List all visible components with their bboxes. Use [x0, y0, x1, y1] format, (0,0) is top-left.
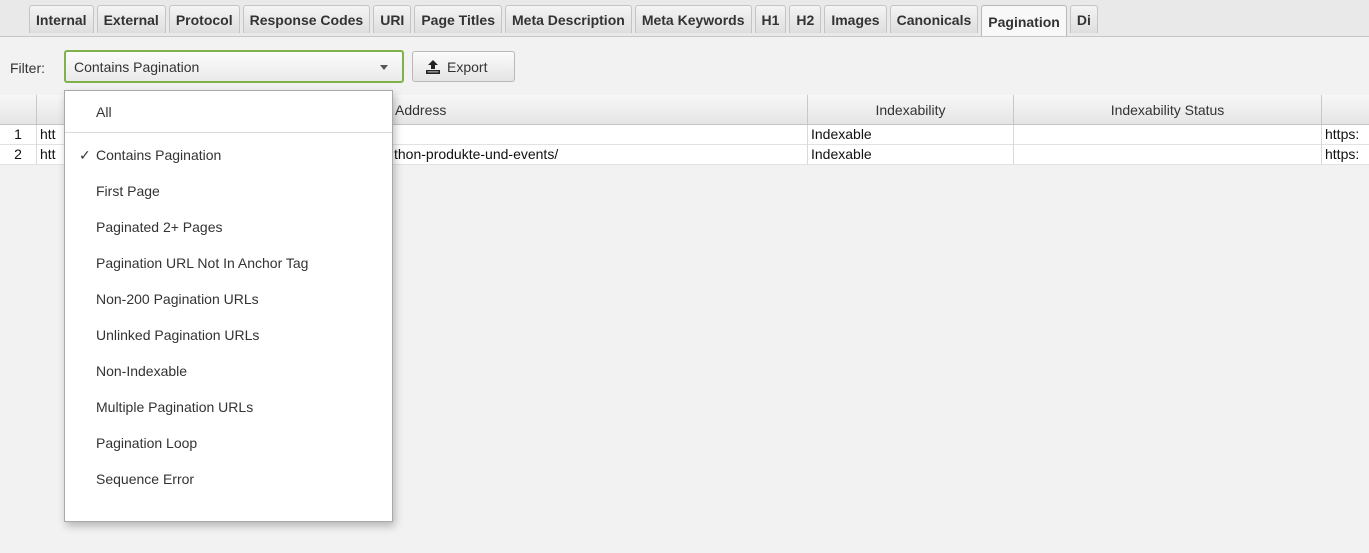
menu-item-paginated-2-pages[interactable]: Paginated 2+ Pages	[65, 210, 392, 244]
tab-page-titles[interactable]: Page Titles	[414, 5, 502, 33]
row-number: 2	[0, 145, 37, 165]
menu-item-label: Multiple Pagination URLs	[96, 399, 254, 415]
next-column-cell: https:	[1325, 146, 1360, 162]
menu-item-label: Unlinked Pagination URLs	[96, 327, 260, 343]
menu-item-label: Non-200 Pagination URLs	[96, 291, 259, 307]
filter-selected-value: Contains Pagination	[74, 59, 200, 75]
indexability-status-cell	[1014, 125, 1322, 145]
tab-uri[interactable]: URI	[373, 5, 412, 33]
menu-item-label: Contains Pagination	[96, 147, 222, 163]
indexability-cell: Indexable	[808, 145, 1014, 165]
tab-h1[interactable]: H1	[754, 5, 787, 33]
menu-item-label: Sequence Error	[96, 471, 195, 487]
tab-h2[interactable]: H2	[789, 5, 822, 33]
indexability-cell: Indexable	[808, 125, 1014, 145]
address-cell-continued	[392, 125, 808, 145]
menu-item-label: First Page	[96, 183, 160, 199]
menu-item-pagination-loop[interactable]: Pagination Loop	[65, 426, 392, 460]
menu-item-all[interactable]: All	[65, 95, 392, 129]
tab-external[interactable]: External	[96, 5, 166, 33]
menu-item-contains-pagination[interactable]: ✓ Contains Pagination	[65, 138, 392, 172]
menu-item-multiple-pagination-urls[interactable]: Multiple Pagination URLs	[65, 390, 392, 424]
export-label: Export	[447, 58, 488, 75]
export-icon	[426, 59, 440, 74]
menu-item-label: All	[96, 104, 112, 120]
menu-item-label: Non-Indexable	[96, 363, 188, 379]
row-number: 1	[0, 125, 37, 145]
tab-canonicals[interactable]: Canonicals	[889, 5, 979, 33]
menu-item-non-200-pagination-urls[interactable]: Non-200 Pagination URLs	[65, 282, 392, 316]
checkmark-icon: ✓	[79, 147, 91, 163]
header-next[interactable]	[1322, 95, 1369, 125]
menu-item-label: Pagination Loop	[96, 435, 198, 451]
export-button[interactable]: Export	[412, 51, 515, 82]
menu-item-first-page[interactable]: First Page	[65, 174, 392, 208]
tab-meta-keywords[interactable]: Meta Keywords	[634, 5, 752, 33]
address-cell-continued: thon-produkte-und-events/	[392, 145, 808, 165]
menu-item-unlinked-pagination-urls[interactable]: Unlinked Pagination URLs	[65, 318, 392, 352]
menu-item-sequence-error[interactable]: Sequence Error	[65, 462, 392, 496]
tab-bar: Internal External Protocol Response Code…	[0, 0, 1369, 37]
chevron-down-icon	[380, 65, 388, 70]
header-indexability-status[interactable]: Indexability Status	[1014, 95, 1322, 125]
tab-directives[interactable]: Di	[1069, 5, 1098, 33]
indexability-status-cell	[1014, 145, 1322, 165]
filter-label: Filter:	[10, 60, 45, 76]
tab-pagination[interactable]: Pagination	[981, 5, 1067, 36]
filter-toolbar: Filter: Contains Pagination Export	[0, 37, 1369, 94]
tab-response-codes[interactable]: Response Codes	[242, 5, 371, 33]
header-indexability[interactable]: Indexability	[808, 95, 1014, 125]
menu-item-non-indexable[interactable]: Non-Indexable	[65, 354, 392, 388]
tab-internal[interactable]: Internal	[29, 5, 94, 33]
menu-item-pagination-url-not-in-anchor-tag[interactable]: Pagination URL Not In Anchor Tag	[65, 246, 392, 280]
tab-images[interactable]: Images	[824, 5, 887, 33]
menu-item-label: Pagination URL Not In Anchor Tag	[96, 255, 309, 271]
next-column-cell: https:	[1325, 126, 1360, 142]
filter-dropdown[interactable]: Contains Pagination	[64, 50, 404, 83]
tab-protocol[interactable]: Protocol	[168, 5, 240, 33]
menu-separator	[65, 132, 392, 133]
menu-item-label: Paginated 2+ Pages	[96, 219, 223, 235]
filter-dropdown-menu: All ✓ Contains Pagination First Page Pagi…	[64, 90, 393, 522]
tab-meta-description[interactable]: Meta Description	[505, 5, 632, 33]
header-row-number[interactable]	[0, 95, 37, 125]
header-address[interactable]: Address	[392, 95, 808, 125]
